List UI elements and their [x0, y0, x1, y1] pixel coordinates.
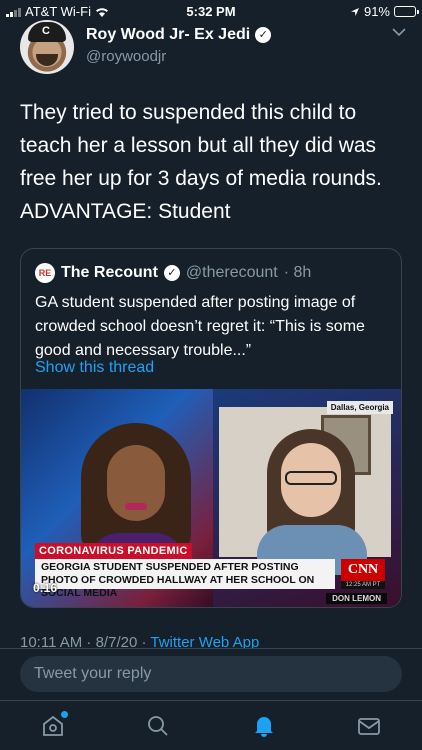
author-handle[interactable]: @roywoodjr: [86, 48, 166, 65]
video-banner-main: GEORGIA STUDENT SUSPENDED AFTER POSTING …: [35, 559, 335, 599]
author-name[interactable]: Roy Wood Jr- Ex Jedi ✓: [86, 26, 272, 44]
network-time: 12:25 AM PT: [341, 581, 385, 589]
chevron-down-icon[interactable]: [392, 24, 406, 40]
quoted-tweet-text: GA student suspended after posting image…: [35, 294, 365, 359]
tab-bar: [0, 700, 422, 750]
show-thread-link[interactable]: Show this thread: [35, 359, 154, 377]
verified-badge-icon: ✓: [255, 27, 272, 43]
battery-icon: [394, 6, 419, 17]
video-guest-figure: [257, 429, 367, 575]
video-dateline: Dallas, Georgia: [326, 401, 393, 414]
tab-messages[interactable]: [356, 713, 382, 739]
avatar[interactable]: [20, 20, 74, 74]
bell-icon: [255, 717, 273, 737]
reply-input[interactable]: Tweet your reply: [20, 656, 402, 692]
quoted-author-name: The Recount: [61, 264, 158, 281]
envelope-icon: [358, 718, 380, 735]
battery-percent: 91%: [363, 4, 390, 19]
status-bar: AT&T Wi-Fi 5:32 PM 91%: [0, 0, 422, 22]
search-icon: [148, 716, 168, 736]
anchor-name: DON LEMON: [326, 593, 387, 604]
verified-badge-icon: ✓: [163, 265, 180, 281]
video-duration: 0:16: [33, 581, 58, 595]
tab-search[interactable]: [145, 713, 171, 739]
video-player[interactable]: Dallas, Georgia CORONAVIRUS PANDEMIC GEO…: [21, 389, 401, 607]
quoted-author-handle: @therecount: [185, 264, 278, 281]
tweet-author: Roy Wood Jr- Ex Jedi ✓ @roywoodjr: [20, 20, 406, 76]
tab-home[interactable]: [40, 711, 68, 739]
quoted-tweet[interactable]: RE The Recount ✓ @therecount · 8h GA stu…: [20, 248, 402, 608]
video-banner-top: CORONAVIRUS PANDEMIC: [35, 543, 192, 559]
new-content-dot: [61, 711, 68, 718]
tab-notifications[interactable]: [251, 713, 277, 739]
quoted-tweet-age: · 8h: [283, 264, 312, 281]
cnn-logo: CNN: [341, 559, 385, 581]
location-arrow-icon: [350, 7, 359, 16]
tweet-text: They tried to suspended this child to te…: [20, 101, 382, 223]
recount-logo-icon: RE: [35, 263, 55, 283]
